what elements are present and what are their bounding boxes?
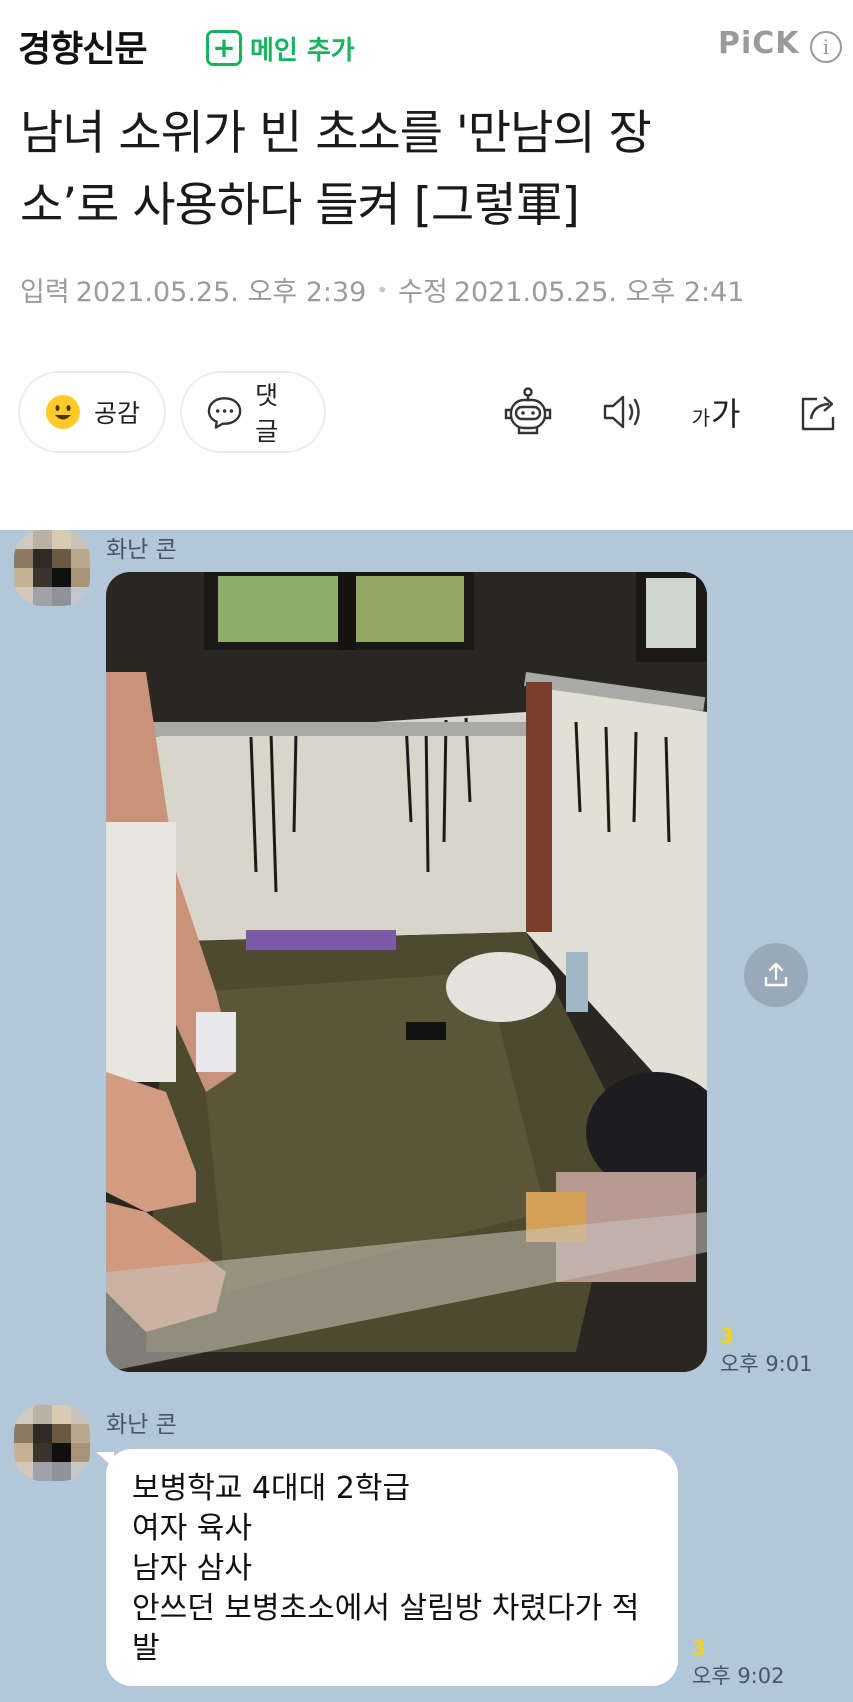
share-button[interactable]	[792, 382, 848, 442]
message-line: 보병학교 4대대 2학급	[132, 1471, 411, 1506]
add-to-main-button[interactable]: + 메인 추가	[206, 28, 355, 68]
share-icon	[801, 396, 835, 431]
plus-icon: +	[206, 30, 242, 66]
message-line: 여자 육사	[132, 1511, 252, 1546]
sender-avatar	[14, 1405, 90, 1481]
photo-message[interactable]	[106, 572, 707, 1372]
font-size-icon: 가가	[692, 389, 741, 435]
font-large-glyph: 가	[710, 395, 741, 433]
react-button[interactable]: 공감	[18, 371, 166, 453]
comment-label: 댓글	[255, 381, 279, 446]
message-line: 발	[132, 1631, 160, 1666]
react-label: 공감	[94, 399, 141, 428]
robot-summary-icon	[504, 387, 552, 435]
forward-photo-button[interactable]	[744, 943, 808, 1007]
info-icon[interactable]: i	[810, 31, 842, 63]
edit-datetime: 2021.05.25. 오후 2:41	[453, 277, 745, 308]
article-headline: 남녀 소위가 빈 초소를 '만남의 장 소’로 사용하다 들켜 [그렇軍]	[20, 98, 840, 242]
text-message-bubble[interactable]: 보병학교 4대대 2학급 여자 육사 남자 삼사 안쓰던 보병초소에서 살림방 …	[106, 1449, 678, 1686]
sender-name: 화난 콘	[106, 537, 177, 563]
guard-post-photo	[106, 572, 707, 1372]
headline-line-2: 소’로 사용하다 들켜 [그렇軍]	[20, 178, 580, 233]
add-to-main-label: 메인 추가	[250, 35, 355, 66]
speaker-icon	[603, 395, 640, 429]
listen-button[interactable]	[595, 382, 651, 442]
sender-avatar	[14, 530, 90, 606]
press-logo[interactable]: 경향신문	[18, 20, 147, 72]
input-datetime: 2021.05.25. 오후 2:39	[75, 277, 367, 308]
edit-label: 수정	[398, 277, 448, 308]
sender-name: 화난 콘	[106, 1412, 177, 1438]
message-line: 안쓰던 보병초소에서 살림방 차렸다가 적	[132, 1591, 640, 1626]
chat-bubble-icon	[207, 397, 242, 429]
message-line: 남자 삼사	[132, 1551, 252, 1586]
font-small-glyph: 가	[691, 406, 710, 430]
smile-icon	[46, 395, 80, 429]
font-size-button[interactable]: 가가	[688, 382, 744, 442]
message-time: 오후 9:02	[692, 1664, 785, 1688]
article-header: 경향신문 + 메인 추가 PiCK i	[0, 0, 853, 95]
upload-icon	[764, 962, 788, 987]
chat-screenshot: 화난 콘 3 오후 9:01 화난 콘 보병학교 4대대 2학급 여자 육사 남…	[0, 530, 853, 1702]
unread-count: 3	[720, 1324, 734, 1348]
dateline-separator: •	[376, 277, 389, 302]
summary-bot-button[interactable]	[500, 382, 556, 442]
message-time: 오후 9:01	[720, 1352, 813, 1376]
unread-count: 3	[692, 1636, 706, 1660]
input-label: 입력	[20, 277, 70, 308]
comment-button[interactable]: 댓글	[180, 371, 326, 453]
pick-badge: PiCK	[718, 26, 800, 61]
article-dateline: 입력 2021.05.25. 오후 2:39 • 수정 2021.05.25. …	[20, 270, 744, 309]
headline-line-1: 남녀 소위가 빈 초소를 '만남의 장	[20, 106, 652, 161]
